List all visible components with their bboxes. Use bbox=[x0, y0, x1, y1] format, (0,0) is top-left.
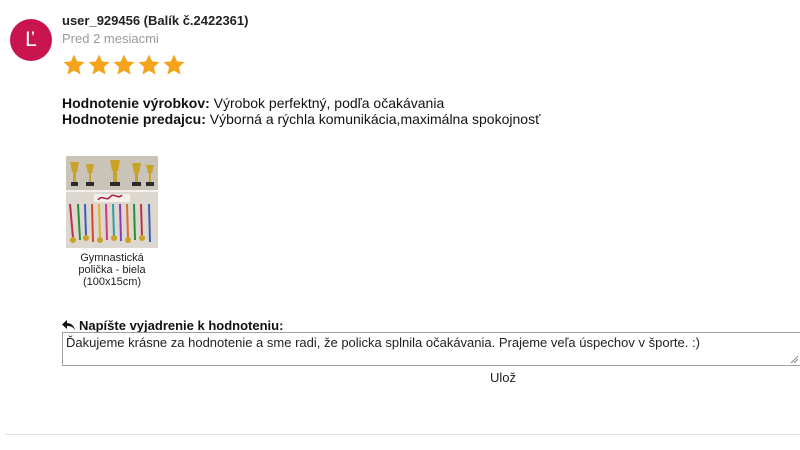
avatar-letter: Ľ bbox=[25, 28, 37, 51]
seller-rating-label: Hodnotenie predajcu: bbox=[62, 111, 206, 127]
seller-rating-text: Výborná a rýchla komunikácia,maximálna s… bbox=[205, 111, 541, 127]
review-body: Hodnotenie výrobkov: Výrobok perfektný, … bbox=[62, 95, 540, 127]
seller-rating-line: Hodnotenie predajcu: Výborná a rýchla ko… bbox=[62, 111, 540, 127]
star-rating bbox=[62, 53, 186, 77]
star-icon bbox=[88, 54, 110, 75]
avatar: Ľ bbox=[10, 19, 52, 61]
product-caption[interactable]: Gymnastická polička - biela (100x15cm) bbox=[62, 252, 162, 288]
resize-grip-icon[interactable] bbox=[790, 355, 798, 363]
reply-label-text: Napíšte vyjadrenie k hodnoteniu: bbox=[79, 318, 284, 333]
product-thumbnail-icon[interactable] bbox=[66, 156, 158, 248]
save-button[interactable]: Ulož bbox=[490, 370, 516, 385]
reply-arrow-icon bbox=[62, 320, 75, 331]
star-icon bbox=[163, 54, 185, 75]
product-rating-line: Hodnotenie výrobkov: Výrobok perfektný, … bbox=[62, 95, 540, 111]
reply-textarea[interactable]: Ďakujeme krásne za hodnotenie a sme radi… bbox=[62, 332, 800, 366]
review-author: user_929456 (Balík č.2422361) bbox=[62, 13, 249, 28]
star-icon bbox=[138, 54, 160, 75]
product-rating-text: Výrobok perfektný, podľa očakávania bbox=[209, 95, 445, 111]
reply-label: Napíšte vyjadrenie k hodnoteniu: bbox=[62, 318, 283, 333]
product-rating-label: Hodnotenie výrobkov: bbox=[62, 95, 210, 111]
product-card[interactable]: Gymnastická polička - biela (100x15cm) bbox=[66, 156, 158, 288]
star-icon bbox=[63, 54, 85, 75]
divider bbox=[5, 434, 800, 435]
review-timestamp: Pred 2 mesiacmi bbox=[62, 31, 159, 46]
star-icon bbox=[113, 54, 135, 75]
